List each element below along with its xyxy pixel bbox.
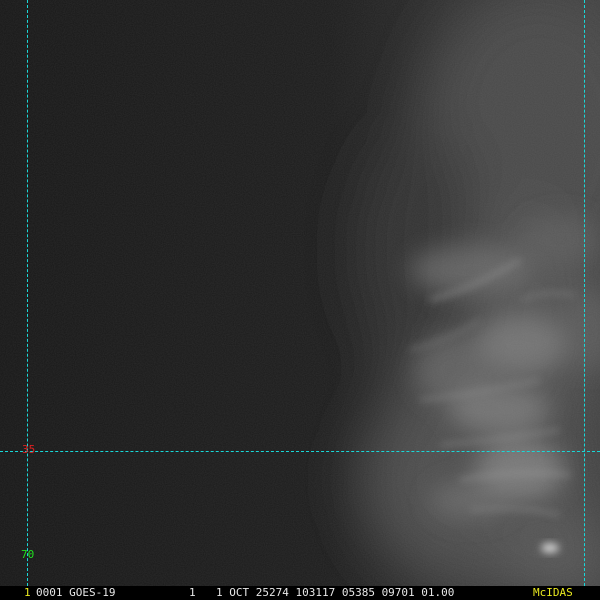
longitude-grid-line-right: [584, 0, 585, 586]
longitude-grid-line-left: [27, 0, 28, 586]
image-info-readout: 1 OCT 25274 103117 05385 09701 01.00: [216, 586, 455, 599]
mcidas-brand: McIDAS: [533, 586, 573, 599]
band-number: 1: [189, 586, 196, 599]
satellite-image-viewer: 35 70 1 0001 GOES-19 1 1 OCT 25274 10311…: [0, 0, 600, 600]
satellite-imagery: [0, 0, 600, 586]
status-bar: 1 0001 GOES-19 1 1 OCT 25274 103117 0538…: [0, 586, 600, 600]
cloud-field: [0, 0, 600, 586]
frame-satellite-id: 0001 GOES-19: [36, 586, 116, 599]
latitude-grid-line: [0, 451, 600, 452]
frame-corner-number: 1: [24, 586, 31, 599]
grid-label-35: 35: [22, 443, 36, 456]
grid-label-70: 70: [21, 548, 35, 561]
